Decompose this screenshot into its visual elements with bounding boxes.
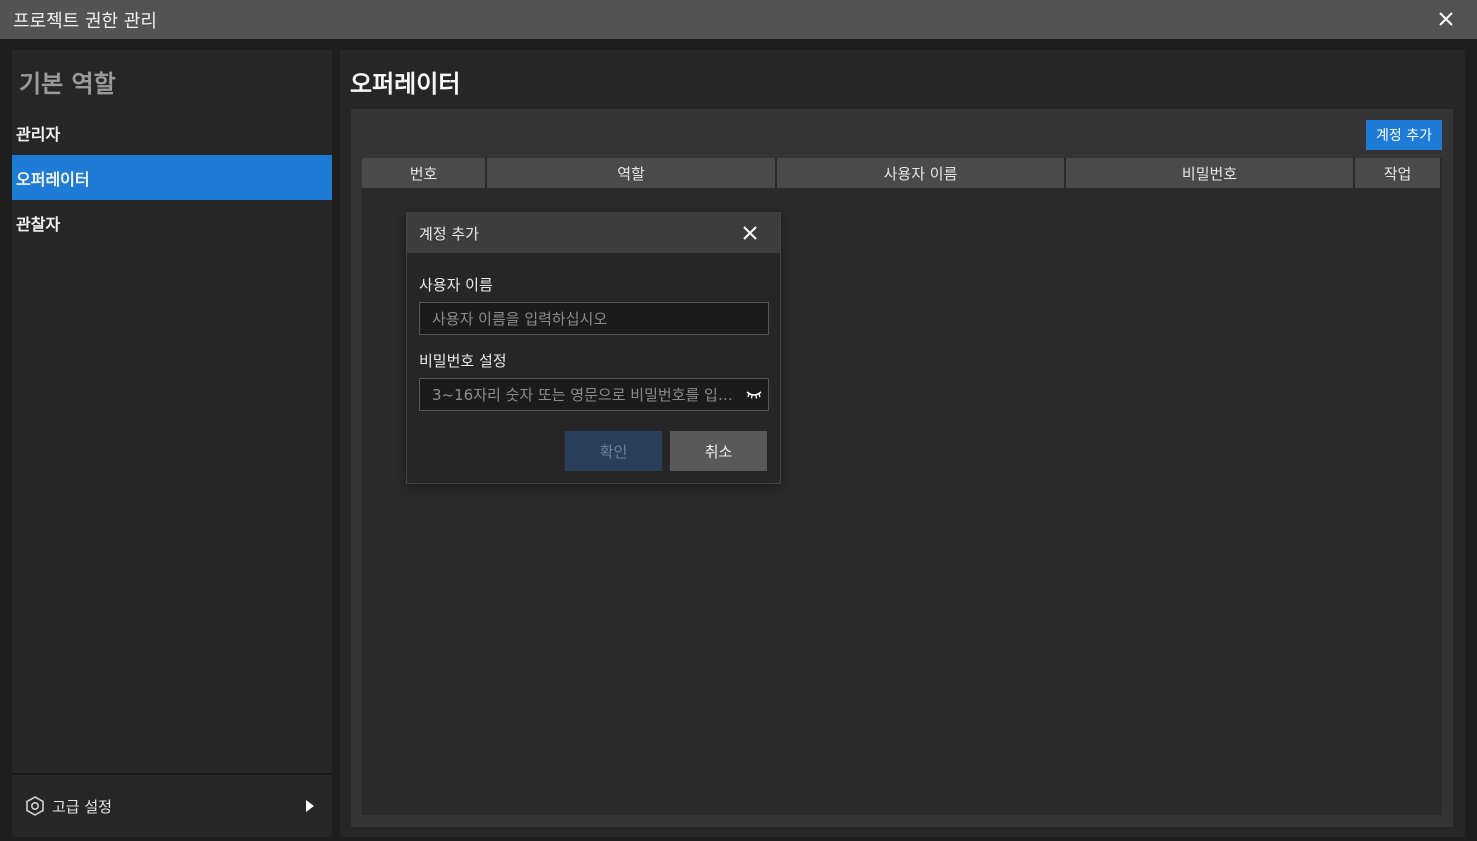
dialog-close-icon[interactable] <box>742 225 758 241</box>
password-label: 비밀번호 설정 <box>419 352 507 370</box>
window-title: 프로젝트 권한 관리 <box>13 10 157 32</box>
title-bar: 프로젝트 권한 관리 <box>0 0 1477 39</box>
role-sidebar: 기본 역할 관리자 오퍼레이터 관찰자 고급 설정 <box>12 50 332 837</box>
table-header: 번호 역할 사용자 이름 비밀번호 작업 <box>362 158 1442 188</box>
sidebar-item-observer[interactable]: 관찰자 <box>12 200 332 245</box>
advanced-settings-label: 고급 설정 <box>52 797 112 816</box>
sidebar-heading: 기본 역할 <box>19 70 116 98</box>
sidebar-item-label: 오퍼레이터 <box>16 169 90 189</box>
column-header-username: 사용자 이름 <box>777 158 1066 188</box>
column-header-role: 역할 <box>487 158 777 188</box>
page-title: 오퍼레이터 <box>350 70 461 98</box>
username-label: 사용자 이름 <box>419 276 493 294</box>
username-placeholder: 사용자 이름을 입력하십시오 <box>432 310 608 328</box>
caret-right-icon <box>306 800 314 812</box>
password-placeholder: 3~16자리 숫자 또는 영문으로 비밀번호를 입력하십시오 <box>432 386 742 404</box>
username-input[interactable]: 사용자 이름을 입력하십시오 <box>419 302 769 335</box>
password-input[interactable]: 3~16자리 숫자 또는 영문으로 비밀번호를 입력하십시오 <box>419 378 769 411</box>
sidebar-item-admin[interactable]: 관리자 <box>12 110 332 155</box>
dialog-title: 계정 추가 <box>419 224 479 243</box>
eye-closed-icon[interactable] <box>746 389 762 401</box>
advanced-settings-button[interactable]: 고급 설정 <box>12 773 332 837</box>
cancel-button[interactable]: 취소 <box>670 431 767 471</box>
add-account-button[interactable]: 계정 추가 <box>1366 120 1442 150</box>
dialog-header: 계정 추가 <box>407 213 780 253</box>
column-header-password: 비밀번호 <box>1066 158 1355 188</box>
confirm-button[interactable]: 확인 <box>565 431 662 471</box>
add-account-dialog: 계정 추가 사용자 이름 사용자 이름을 입력하십시오 비밀번호 설정 3~16… <box>406 212 781 484</box>
sidebar-item-label: 관찰자 <box>16 214 61 234</box>
permission-manager-window: 프로젝트 권한 관리 기본 역할 관리자 오퍼레이터 관찰자 고급 설정 오퍼레… <box>0 0 1477 841</box>
sidebar-item-operator[interactable]: 오퍼레이터 <box>12 155 332 200</box>
gear-icon <box>25 796 45 816</box>
column-header-actions: 작업 <box>1355 158 1442 188</box>
window-close-icon[interactable] <box>1435 8 1457 30</box>
column-header-number: 번호 <box>362 158 487 188</box>
sidebar-item-label: 관리자 <box>16 124 61 144</box>
